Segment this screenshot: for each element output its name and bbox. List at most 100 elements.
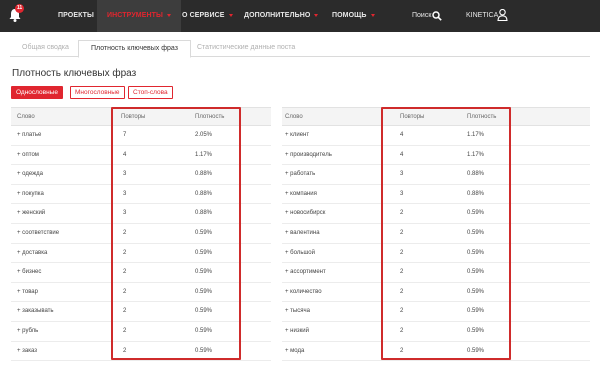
keyword-cell: + производитель: [285, 151, 332, 158]
density-cell: 0.59%: [467, 230, 485, 236]
density-cell: 0.59%: [195, 230, 213, 236]
count-cell: 4: [123, 151, 127, 158]
keyword-cell: + соответствие: [17, 230, 60, 236]
tab-bar: Общая сводка Плотность ключевых фраз Ста…: [10, 40, 590, 58]
count-cell: 3: [123, 210, 127, 217]
table-header: Слово Повторы Плотность: [282, 108, 590, 126]
table-row: + бизнес 2 0.59%: [11, 263, 271, 283]
user-icon[interactable]: [497, 9, 508, 21]
count-cell: 3: [400, 171, 404, 178]
tab-overview[interactable]: Общая сводка: [10, 40, 81, 57]
table-row: + валентина 2 0.59%: [282, 224, 590, 244]
count-cell: 2: [400, 347, 404, 354]
top-navbar: 11 ПРОЕКТЫ ИНСТРУМЕНТЫ О СЕРВИСЕ ДОПОЛНИ…: [0, 0, 600, 32]
column-header-count[interactable]: Повторы: [400, 108, 424, 126]
nav-help-label: ПОМОЩЬ: [332, 12, 367, 19]
count-cell: 2: [400, 328, 404, 334]
table-row: + заказывать 2 0.59%: [11, 302, 271, 322]
keyword-cell: + компания: [285, 190, 317, 197]
column-header-count[interactable]: Повторы: [121, 108, 145, 126]
density-cell: 0.59%: [195, 269, 213, 276]
count-cell: 2: [400, 269, 404, 276]
density-cell: 0.59%: [467, 308, 485, 315]
keyword-cell: + ассортимент: [285, 269, 326, 276]
density-cell: 0.59%: [467, 347, 485, 354]
notification-badge: 11: [15, 4, 24, 13]
filter-single-word-button[interactable]: Однословные: [11, 86, 63, 99]
table-row: + оптом 4 1.17%: [11, 146, 271, 166]
density-cell: 0.59%: [195, 288, 213, 295]
count-cell: 2: [123, 230, 127, 236]
column-header-word[interactable]: Слово: [285, 108, 303, 126]
table-row: + клиент 4 1.17%: [282, 126, 590, 146]
density-cell: 0.59%: [195, 308, 213, 315]
nav-tools[interactable]: ИНСТРУМЕНТЫ: [97, 0, 181, 32]
count-cell: 2: [123, 308, 127, 315]
count-cell: 4: [400, 132, 404, 138]
table-row: + покупка 3 0.88%: [11, 185, 271, 205]
density-cell: 0.88%: [467, 190, 485, 197]
keyword-table-left: Слово Повторы Плотность + платье 7 2.05% + …: [11, 107, 271, 362]
keyword-cell: + большой: [285, 249, 315, 256]
table-row: + компания 3 0.88%: [282, 185, 590, 205]
count-cell: 2: [123, 249, 127, 256]
density-cell: 0.59%: [195, 347, 213, 354]
count-cell: 2: [400, 288, 404, 295]
keyword-cell: + бизнес: [17, 269, 42, 276]
density-cell: 0.59%: [195, 328, 213, 334]
table-row: + ассортимент 2 0.59%: [282, 263, 590, 283]
nav-more[interactable]: ДОПОЛНИТЕЛЬНО: [234, 0, 328, 32]
table-row: + количество 2 0.59%: [282, 283, 590, 303]
density-cell: 0.59%: [467, 288, 485, 295]
table-header: Слово Повторы Плотность: [11, 108, 271, 126]
nav-about-label: О СЕРВИСЕ: [182, 12, 225, 19]
table-row: + большой 2 0.59%: [282, 244, 590, 264]
keyword-cell: + рубль: [17, 328, 39, 334]
keyword-cell: + заказывать: [17, 308, 54, 315]
filter-multi-word-button[interactable]: Многословные: [70, 86, 125, 99]
table-row: + женский 3 0.88%: [11, 204, 271, 224]
density-cell: 0.59%: [467, 249, 485, 256]
keyword-cell: + заказ: [17, 347, 38, 354]
column-header-density[interactable]: Плотность: [467, 108, 496, 126]
count-cell: 3: [123, 190, 127, 197]
nav-projects[interactable]: ПРОЕКТЫ: [48, 0, 104, 32]
page-title: Плотность ключевых фраз: [12, 68, 137, 79]
nav-tools-label: ИНСТРУМЕНТЫ: [107, 12, 163, 19]
search-icon[interactable]: [432, 11, 442, 21]
count-cell: 2: [400, 230, 404, 236]
chevron-down-icon: [314, 13, 319, 17]
table-row: + доставка 2 0.59%: [11, 244, 271, 264]
table-row: + платье 7 2.05%: [11, 126, 271, 146]
column-header-word[interactable]: Слово: [17, 108, 35, 126]
nav-more-label: ДОПОЛНИТЕЛЬНО: [244, 12, 311, 19]
keyword-cell: + доставка: [17, 249, 48, 256]
keyword-cell: + женский: [17, 210, 46, 217]
density-cell: 2.05%: [195, 132, 213, 138]
count-cell: 2: [123, 347, 127, 354]
density-cell: 0.88%: [195, 190, 213, 197]
keyword-cell: + новосибирск: [285, 210, 326, 217]
nav-help[interactable]: ПОМОЩЬ: [322, 0, 385, 32]
user-name[interactable]: KINETICA: [466, 0, 498, 32]
search-label[interactable]: Поиск: [412, 0, 431, 32]
table-row: + низкий 2 0.59%: [282, 322, 590, 342]
tab-post-statistics[interactable]: Статистические данные поста: [185, 40, 307, 57]
keyword-cell: + валентина: [285, 230, 320, 236]
filter-stop-words-button[interactable]: Стоп-слова: [128, 86, 173, 99]
keyword-cell: + тысяча: [285, 308, 310, 315]
table-row: + заказ 2 0.59%: [11, 342, 271, 362]
keyword-cell: + количество: [285, 288, 322, 295]
keyword-cell: + товар: [17, 288, 38, 295]
density-cell: 0.59%: [195, 249, 213, 256]
nav-about[interactable]: О СЕРВИСЕ: [172, 0, 243, 32]
table-row: + мода 2 0.59%: [282, 342, 590, 362]
column-header-density[interactable]: Плотность: [195, 108, 224, 126]
keyword-cell: + платье: [17, 132, 42, 138]
keyword-cell: + клиент: [285, 132, 310, 138]
tab-keyword-density[interactable]: Плотность ключевых фраз: [78, 40, 191, 58]
keyword-cell: + оптом: [17, 151, 39, 158]
count-cell: 2: [400, 308, 404, 315]
count-cell: 2: [400, 249, 404, 256]
chevron-down-icon: [370, 13, 375, 17]
